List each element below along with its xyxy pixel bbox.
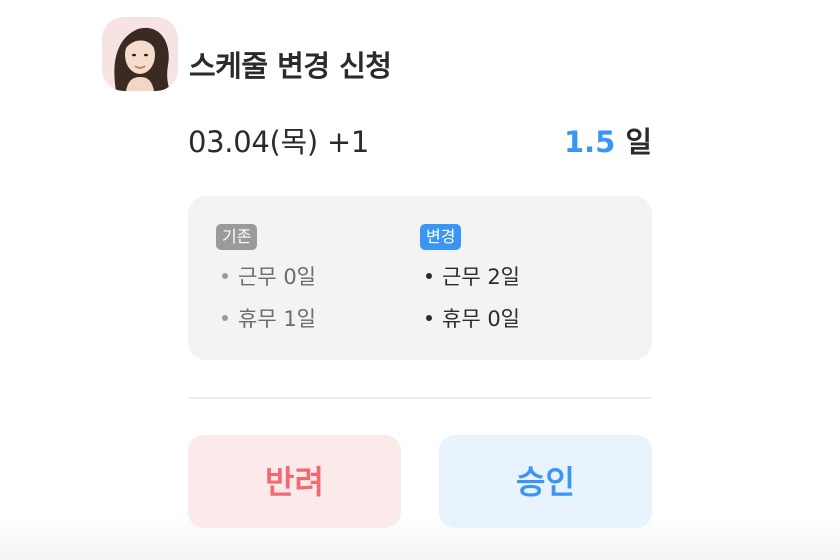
request-summary: 03.04(목) +1 1.5 일 <box>188 120 652 164</box>
before-column: 기존 근무 0일 휴무 1일 <box>216 224 316 334</box>
days-unit: 일 <box>625 125 652 159</box>
request-date: 03.04(목) +1 <box>188 125 369 159</box>
list-item: 근무 2일 <box>420 262 520 292</box>
avatar <box>102 17 178 91</box>
page-title: 스케줄 변경 신청 <box>189 49 392 83</box>
schedule-change-request-screen: 스케줄 변경 신청 03.04(목) +1 1.5 일 기존 근무 0일 휴무 1… <box>0 0 840 560</box>
comparison-card: 기존 근무 0일 휴무 1일 변경 근무 2일 휴무 0일 <box>188 196 652 360</box>
before-tag: 기존 <box>216 224 258 250</box>
list-item: 근무 0일 <box>216 262 316 292</box>
user-photo-avatar-icon <box>102 17 178 91</box>
before-item-work: 근무 0일 <box>238 265 316 289</box>
bullet-icon <box>426 315 432 321</box>
divider <box>188 397 652 399</box>
after-tag: 변경 <box>420 224 462 250</box>
before-item-off: 휴무 1일 <box>238 307 316 331</box>
request-days: 1.5 일 <box>564 120 652 164</box>
list-item: 휴무 1일 <box>216 304 316 334</box>
approve-button[interactable]: 승인 <box>439 435 652 528</box>
after-column: 변경 근무 2일 휴무 0일 <box>420 224 520 334</box>
bullet-icon <box>222 273 228 279</box>
reject-button[interactable]: 반려 <box>188 435 401 528</box>
list-item: 휴무 0일 <box>420 304 520 334</box>
bullet-icon <box>222 315 228 321</box>
after-item-off: 휴무 0일 <box>442 307 520 331</box>
bullet-icon <box>426 273 432 279</box>
after-item-work: 근무 2일 <box>442 265 520 289</box>
days-value: 1.5 <box>563 125 616 159</box>
